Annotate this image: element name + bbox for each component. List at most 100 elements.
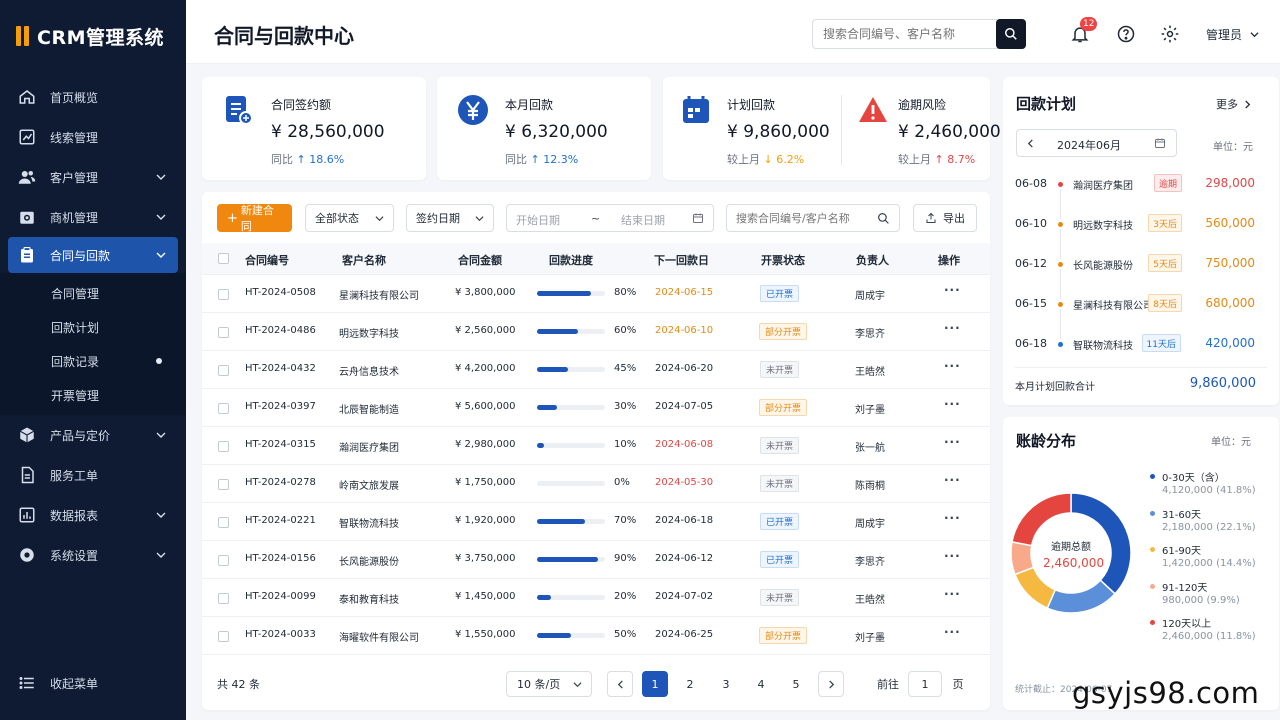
column-header[interactable]: 回款进度 — [549, 252, 593, 268]
column-header[interactable]: 客户名称 — [342, 252, 386, 268]
plan-more-link[interactable]: 更多 — [1216, 96, 1252, 112]
date-type-dropdown[interactable]: 签约日期 — [406, 204, 494, 232]
contract-id[interactable]: HT-2024-0156 — [245, 553, 316, 564]
sidebar-item-contracts[interactable]: 合同与回款 — [8, 237, 178, 273]
goto-page-input[interactable]: 1 — [908, 671, 942, 697]
column-header[interactable]: 负责人 — [856, 252, 889, 268]
row-checkbox[interactable] — [218, 517, 229, 528]
table-row[interactable]: HT-2024-0315 瀚润医疗集团 ¥ 2,980,000 10% 2024-06-… — [202, 427, 990, 465]
sidebar-item-tickets[interactable]: 服务工单 — [0, 455, 186, 495]
row-more-actions-button[interactable]: ··· — [944, 587, 961, 601]
sidebar-item-home[interactable]: 首页概览 — [0, 77, 186, 117]
search-icon[interactable] — [877, 212, 890, 225]
progress-fill — [537, 557, 599, 562]
row-checkbox[interactable] — [218, 403, 229, 414]
row-checkbox[interactable] — [218, 593, 229, 604]
prev-page-button[interactable] — [607, 671, 633, 697]
contract-id[interactable]: HT-2024-0099 — [245, 591, 316, 602]
date-range-picker[interactable]: 开始日期 ~ 结束日期 — [506, 204, 714, 232]
end-date-input[interactable]: 结束日期 — [621, 212, 665, 228]
table-row[interactable]: HT-2024-0278 岭南文旅发展 ¥ 1,750,000 0% 2024-05-3… — [202, 465, 990, 503]
row-checkbox[interactable] — [218, 289, 229, 300]
table-row[interactable]: HT-2024-0486 明远数字科技 ¥ 2,560,000 60% 2024-06-… — [202, 313, 990, 351]
contract-id[interactable]: HT-2024-0221 — [245, 515, 316, 526]
row-checkbox[interactable] — [218, 555, 229, 566]
row-more-actions-button[interactable]: ··· — [944, 625, 961, 639]
contract-id[interactable]: HT-2024-0486 — [245, 325, 316, 336]
table-search-input[interactable] — [736, 211, 876, 225]
subnav-item-invoices[interactable]: 开票管理 — [0, 378, 186, 412]
kpi-card-signed: 合同签约额 ¥ 28,560,000 同比 ↑ 18.6% — [202, 77, 426, 180]
table-row[interactable]: HT-2024-0033 海曜软件有限公司 ¥ 1,550,000 50% 2024-0… — [202, 617, 990, 655]
subnav-item-payment-records[interactable]: 回款记录 — [0, 344, 186, 378]
new-contract-label: 新建合同 — [240, 204, 274, 233]
contract-id[interactable]: HT-2024-0278 — [245, 477, 316, 488]
page-button-4[interactable]: 4 — [748, 671, 774, 697]
start-date-input[interactable]: 开始日期 — [516, 212, 560, 228]
new-contract-button[interactable]: + 新建合同 — [217, 204, 292, 233]
plan-list-item[interactable]: 06-10 明远数字科技 3天后 560,000 — [1003, 204, 1279, 259]
next-page-button[interactable] — [818, 671, 844, 697]
status-filter-dropdown[interactable]: 全部状态 — [305, 204, 394, 232]
page-size-dropdown[interactable]: 10 条/页 — [506, 671, 592, 697]
row-more-actions-button[interactable]: ··· — [944, 359, 961, 373]
sidebar-item-reports[interactable]: 数据报表 — [0, 495, 186, 535]
table-row[interactable]: HT-2024-0432 云舟信息技术 ¥ 4,200,000 45% 2024-06-… — [202, 351, 990, 389]
sidebar-item-customers[interactable]: 客户管理 — [0, 157, 186, 197]
help-icon[interactable] — [1116, 24, 1136, 44]
table-row[interactable]: HT-2024-0156 长风能源股份 ¥ 3,750,000 90% 2024-06-… — [202, 541, 990, 579]
row-more-actions-button[interactable]: ··· — [944, 435, 961, 449]
page-button-2[interactable]: 2 — [677, 671, 703, 697]
plan-list-item[interactable]: 06-18 智联物流科技 11天后 420,000 — [1003, 324, 1279, 364]
settings-gear-icon[interactable] — [1160, 24, 1180, 44]
page-button-3[interactable]: 3 — [713, 671, 739, 697]
sidebar-item-settings[interactable]: 系统设置 — [0, 535, 186, 575]
sidebar-item-leads[interactable]: 线索管理 — [0, 117, 186, 157]
column-header[interactable]: 合同编号 — [245, 252, 289, 268]
header-search-button[interactable] — [996, 19, 1026, 49]
chevron-left-icon[interactable] — [1026, 139, 1035, 148]
row-more-actions-button[interactable]: ··· — [944, 321, 961, 335]
column-header[interactable]: 开票状态 — [761, 252, 805, 268]
subnav-item-contract-management[interactable]: 合同管理 — [0, 276, 186, 310]
export-button[interactable]: 导出 — [913, 204, 977, 232]
row-checkbox[interactable] — [218, 479, 229, 490]
row-more-actions-button[interactable]: ··· — [944, 473, 961, 487]
contract-id[interactable]: HT-2024-0397 — [245, 401, 316, 412]
row-more-actions-button[interactable]: ··· — [944, 549, 961, 563]
user-menu[interactable]: 管理员 — [1206, 26, 1259, 43]
contract-id[interactable]: HT-2024-0508 — [245, 287, 316, 298]
row-more-actions-button[interactable]: ··· — [944, 283, 961, 297]
row-checkbox[interactable] — [218, 365, 229, 376]
month-picker[interactable]: 2024年06月 — [1016, 129, 1177, 157]
row-more-actions-button[interactable]: ··· — [944, 397, 961, 411]
sidebar-item-opportunities[interactable]: 商机管理 — [0, 197, 186, 237]
collapse-menu-button[interactable]: 收起菜单 — [0, 668, 98, 698]
plan-list-item[interactable]: 06-08 瀚润医疗集团 逾期 298,000 — [1003, 164, 1279, 219]
contract-id[interactable]: HT-2024-0033 — [245, 629, 316, 640]
column-header[interactable]: 下一回款日 — [654, 252, 709, 268]
table-row[interactable]: HT-2024-0508 星澜科技有限公司 ¥ 3,800,000 80% 2024-0… — [202, 275, 990, 313]
table-row[interactable]: HT-2024-0221 智联物流科技 ¥ 1,920,000 70% 2024-06-… — [202, 503, 990, 541]
row-more-actions-button[interactable]: ··· — [944, 511, 961, 525]
contract-id[interactable]: HT-2024-0315 — [245, 439, 316, 450]
contract-id[interactable]: HT-2024-0432 — [245, 363, 316, 374]
donut-slice[interactable] — [1046, 579, 1117, 614]
subnav-item-payment-plan[interactable]: 回款计划 — [0, 310, 186, 344]
select-all-checkbox[interactable] — [218, 253, 229, 264]
table-row[interactable]: HT-2024-0099 泰和教育科技 ¥ 1,450,000 20% 2024-07-… — [202, 579, 990, 617]
page-button-5[interactable]: 5 — [783, 671, 809, 697]
table-row[interactable]: HT-2024-0397 北辰智能制造 ¥ 5,600,000 30% 2024-07-… — [202, 389, 990, 427]
page-button-1[interactable]: 1 — [642, 671, 668, 697]
header-search-input[interactable] — [813, 20, 993, 48]
sidebar-item-products[interactable]: 产品与定价 — [0, 415, 186, 455]
sidebar-item-label: 客户管理 — [50, 170, 99, 185]
column-header[interactable]: 合同金额 — [458, 252, 502, 268]
row-checkbox[interactable] — [218, 441, 229, 452]
row-checkbox[interactable] — [218, 327, 229, 338]
plan-list-item[interactable]: 06-15 星澜科技有限公司 8天后 680,000 — [1003, 284, 1279, 339]
page-title: 合同与回款中心 — [214, 24, 354, 48]
plan-list-item[interactable]: 06-12 长风能源股份 5天后 750,000 — [1003, 244, 1279, 299]
row-checkbox[interactable] — [218, 631, 229, 642]
donut-slice[interactable] — [1014, 566, 1057, 610]
